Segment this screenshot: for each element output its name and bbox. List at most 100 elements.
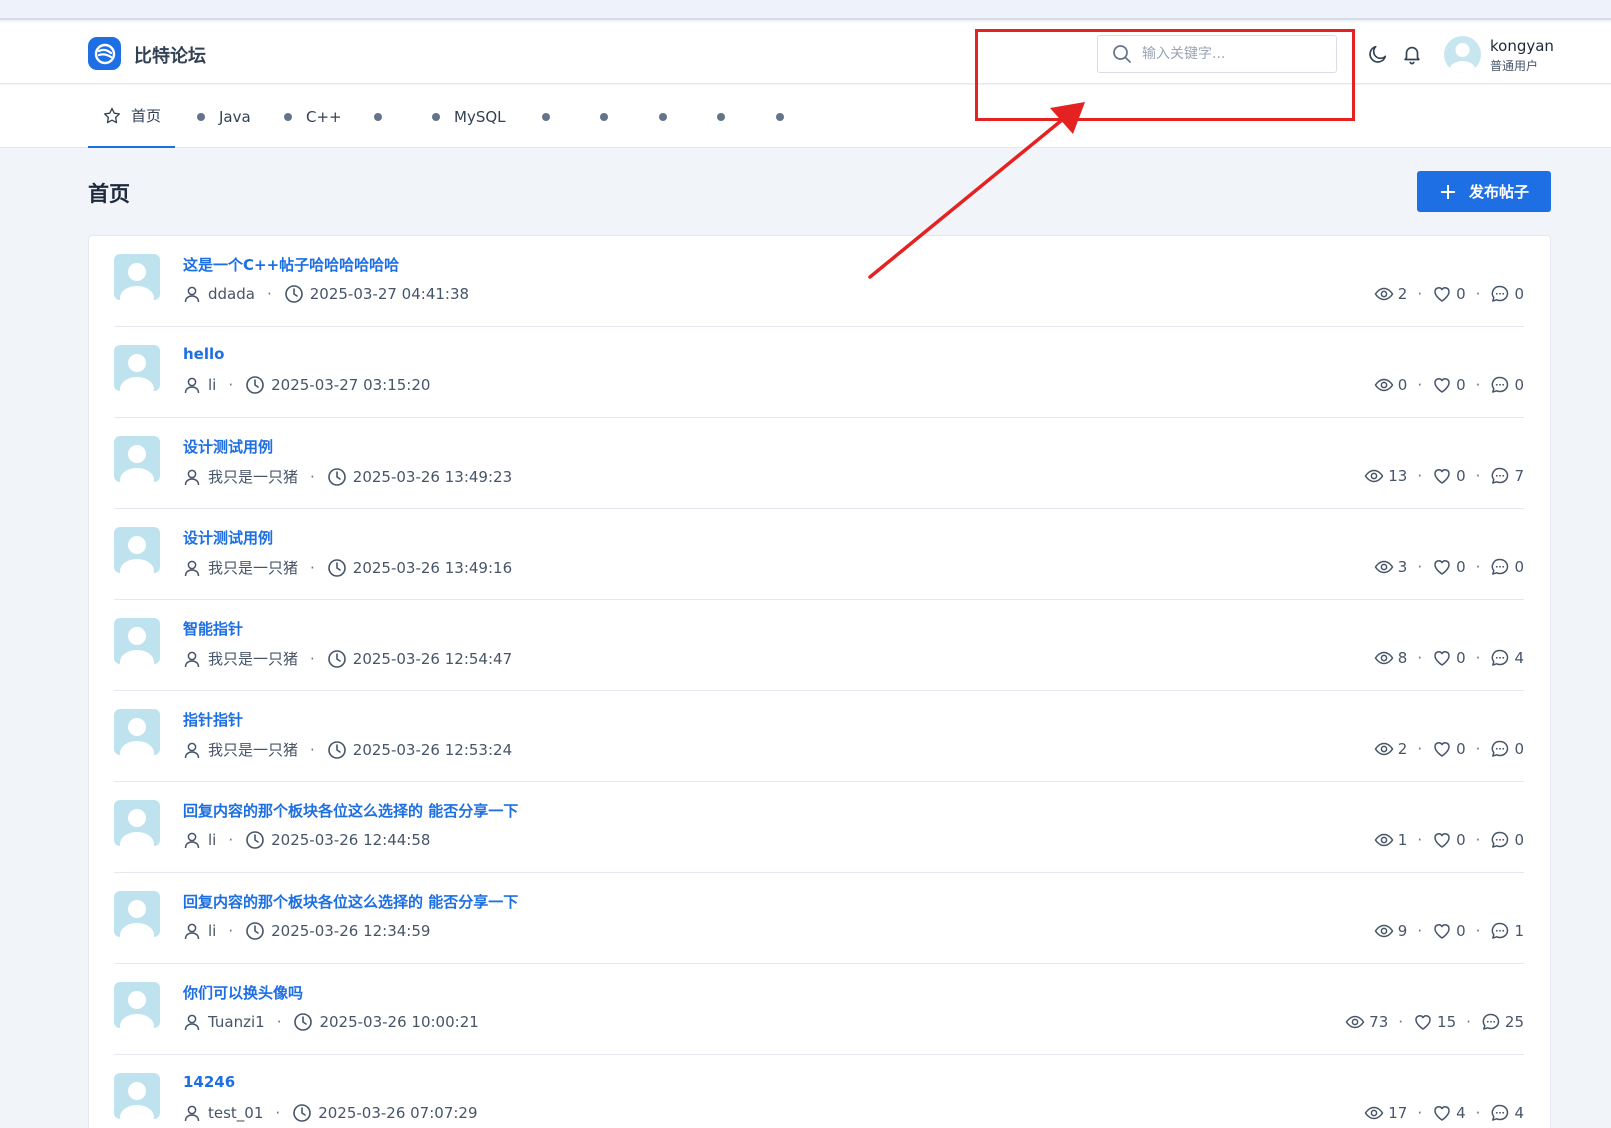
author-avatar[interactable] xyxy=(114,891,160,937)
author-avatar[interactable] xyxy=(114,800,160,846)
likes-count: 4 xyxy=(1456,1104,1466,1122)
post-row[interactable]: 这是一个C++帖子哈哈哈哈哈哈 ddada · 2025-03-27 04:41:38… xyxy=(114,236,1524,327)
views-count: 73 xyxy=(1369,1013,1389,1031)
post-author[interactable]: 我只是一只猪 xyxy=(208,557,298,578)
post-row[interactable]: 设计测试用例 我只是一只猪 · 2025-03-26 13:49:23 13 · 0 · 7 xyxy=(114,418,1524,509)
post-meta: 我只是一只猪 · 2025-03-26 12:53:24 xyxy=(183,739,512,760)
tab-category-10[interactable] xyxy=(776,85,784,148)
post-title[interactable]: 回复内容的那个板块各位这么选择的 能否分享一下 xyxy=(183,800,518,821)
likes-stat[interactable]: 0 xyxy=(1432,284,1466,304)
publish-post-button[interactable]: 发布帖子 xyxy=(1417,171,1551,212)
post-author[interactable]: Tuanzi1 xyxy=(208,1013,265,1031)
tab-home[interactable]: 首页 xyxy=(88,85,176,148)
eye-icon xyxy=(1374,833,1394,847)
avatar-icon xyxy=(120,354,154,391)
comments-stat: 0 xyxy=(1490,375,1524,395)
post-title[interactable]: 回复内容的那个板块各位这么选择的 能否分享一下 xyxy=(183,891,518,912)
site-logo[interactable] xyxy=(88,37,121,70)
author-avatar[interactable] xyxy=(114,254,160,300)
user-avatar[interactable] xyxy=(1444,36,1481,73)
site-brand[interactable]: 比特论坛 xyxy=(134,42,206,68)
tab-mysql[interactable]: MySQL xyxy=(432,85,506,148)
post-author[interactable]: test_01 xyxy=(208,1104,263,1122)
avatar-icon xyxy=(120,809,154,846)
comment-icon xyxy=(1492,558,1509,575)
notifications-button[interactable] xyxy=(1400,42,1424,66)
heart-icon xyxy=(1434,833,1450,848)
tab-category-6[interactable] xyxy=(542,85,550,148)
likes-count: 0 xyxy=(1456,922,1466,940)
likes-stat[interactable]: 0 xyxy=(1432,739,1466,759)
views-stat: 17 xyxy=(1364,1103,1407,1123)
post-row[interactable]: 指针指针 我只是一只猪 · 2025-03-26 12:53:24 2 · 0 · 0 xyxy=(114,691,1524,782)
comments-count: 25 xyxy=(1504,1013,1524,1031)
post-author[interactable]: li xyxy=(208,376,216,394)
post-title[interactable]: 你们可以换头像吗 xyxy=(183,982,303,1003)
likes-stat[interactable]: 0 xyxy=(1432,466,1466,486)
tab-category-9[interactable] xyxy=(717,85,725,148)
post-row[interactable]: hello li · 2025-03-27 03:15:20 0 · 0 · 0 xyxy=(114,327,1524,418)
meta-separator: · xyxy=(310,740,315,759)
stat-separator: · xyxy=(1417,1104,1423,1122)
post-author[interactable]: li xyxy=(208,831,216,849)
tab-category-8[interactable] xyxy=(659,85,667,148)
clock-icon xyxy=(327,740,346,759)
post-stats: 17 · 4 · 4 xyxy=(1364,1103,1524,1123)
post-title[interactable]: 这是一个C++帖子哈哈哈哈哈哈 xyxy=(183,254,399,275)
dot-icon xyxy=(284,112,292,121)
post-row[interactable]: 回复内容的那个板块各位这么选择的 能否分享一下 li · 2025-03-26 12:… xyxy=(114,873,1524,964)
meta-separator: · xyxy=(266,285,272,303)
post-title[interactable]: 设计测试用例 xyxy=(183,527,273,548)
views-stat: 73 xyxy=(1345,1012,1388,1032)
likes-stat[interactable]: 0 xyxy=(1432,921,1466,941)
post-title[interactable]: 设计测试用例 xyxy=(183,436,273,457)
dot-icon xyxy=(717,112,725,121)
post-row[interactable]: 你们可以换头像吗 Tuanzi1 · 2025-03-26 10:00:21 73 · 15… xyxy=(114,964,1524,1055)
dark-mode-toggle[interactable] xyxy=(1366,42,1390,66)
tab-cpp[interactable]: C++ xyxy=(284,85,342,148)
tab-category-4[interactable] xyxy=(374,85,382,148)
author-avatar[interactable] xyxy=(114,345,160,391)
tab-category-7[interactable] xyxy=(600,85,608,148)
author-avatar[interactable] xyxy=(114,1073,160,1119)
author-avatar[interactable] xyxy=(114,436,160,482)
post-time: 2025-03-26 12:53:24 xyxy=(352,740,513,759)
post-title[interactable]: 智能指针 xyxy=(183,618,243,639)
author-avatar[interactable] xyxy=(114,982,160,1028)
post-row[interactable]: 回复内容的那个板块各位这么选择的 能否分享一下 li · 2025-03-26 12:… xyxy=(114,782,1524,873)
user-name[interactable]: kongyan xyxy=(1490,37,1554,55)
post-author[interactable]: 我只是一只猪 xyxy=(208,648,298,669)
post-row[interactable]: 智能指针 我只是一只猪 · 2025-03-26 12:54:47 8 · 0 · 4 xyxy=(114,600,1524,691)
likes-stat[interactable]: 0 xyxy=(1432,557,1466,577)
comment-icon xyxy=(1492,285,1509,302)
post-author[interactable]: 我只是一只猪 xyxy=(208,739,298,760)
stat-separator: · xyxy=(1466,1013,1471,1031)
author-avatar[interactable] xyxy=(114,618,160,664)
likes-stat[interactable]: 0 xyxy=(1432,375,1466,395)
likes-stat[interactable]: 0 xyxy=(1432,648,1466,668)
author-avatar[interactable] xyxy=(114,709,160,755)
post-author[interactable]: li xyxy=(208,922,216,940)
views-count: 2 xyxy=(1397,740,1408,758)
post-row[interactable]: 设计测试用例 我只是一只猪 · 2025-03-26 13:49:16 3 · 0 · 0 xyxy=(114,509,1524,600)
post-row[interactable]: 14246 test_01 · 2025-03-26 07:07:29 17 · 4 · 4 xyxy=(114,1055,1524,1128)
eye-icon xyxy=(1374,287,1394,301)
comments-count: 1 xyxy=(1514,922,1524,940)
post-title[interactable]: 14246 xyxy=(183,1073,235,1091)
stat-separator: · xyxy=(1475,740,1481,758)
post-author[interactable]: ddada xyxy=(208,285,255,303)
views-count: 1 xyxy=(1397,831,1408,849)
likes-stat[interactable]: 15 xyxy=(1413,1012,1456,1032)
user-icon xyxy=(184,832,200,849)
likes-stat[interactable]: 4 xyxy=(1432,1103,1466,1123)
author-avatar[interactable] xyxy=(114,527,160,573)
post-author[interactable]: 我只是一只猪 xyxy=(208,466,298,487)
tab-java[interactable]: Java xyxy=(197,85,251,148)
likes-stat[interactable]: 0 xyxy=(1432,830,1466,850)
dot-icon xyxy=(659,112,667,121)
comments-count: 0 xyxy=(1514,376,1524,394)
avatar-icon xyxy=(1449,43,1476,73)
post-title[interactable]: 指针指针 xyxy=(183,709,243,730)
star-icon xyxy=(104,107,121,123)
post-title[interactable]: hello xyxy=(183,345,224,363)
